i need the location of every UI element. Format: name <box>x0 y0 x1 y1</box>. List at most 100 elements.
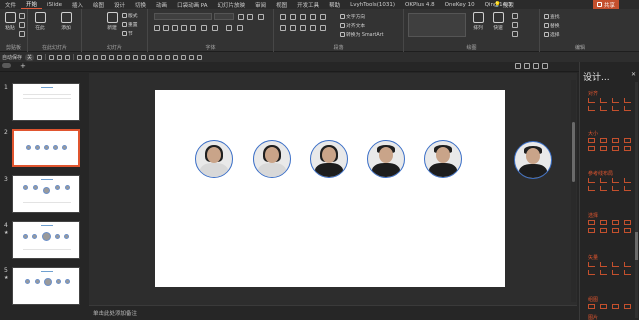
tool-icon[interactable] <box>588 98 595 103</box>
tool-icon[interactable] <box>588 228 595 233</box>
align-middle-qat-icon[interactable] <box>109 54 115 60</box>
tool-icon[interactable] <box>624 98 631 103</box>
align-left-qat-icon[interactable] <box>77 54 83 60</box>
paste-button[interactable]: 粘贴 <box>2 12 18 31</box>
tool-icon[interactable] <box>612 228 619 233</box>
shadow-icon[interactable] <box>190 25 196 31</box>
menu-item-5[interactable]: 设计 <box>109 1 130 9</box>
align-left-icon[interactable] <box>280 25 286 31</box>
shape-outline-icon[interactable] <box>512 22 518 28</box>
format-painter-icon[interactable] <box>19 31 25 37</box>
tool-icon[interactable] <box>612 270 619 275</box>
tool-icon[interactable] <box>612 106 619 111</box>
menu-item-13[interactable]: 帮助 <box>324 1 345 9</box>
tool-icon[interactable] <box>624 178 631 183</box>
select-button[interactable]: 选择 <box>544 31 560 38</box>
decrease-font-icon[interactable] <box>247 14 253 20</box>
align-right-icon[interactable] <box>300 25 306 31</box>
section-button[interactable]: 节 <box>122 30 133 37</box>
align-right-qat-icon[interactable] <box>93 54 99 60</box>
new-slide-button[interactable]: 新建 <box>104 12 120 31</box>
tool-icon[interactable] <box>600 178 607 183</box>
ungroup-icon[interactable] <box>149 54 155 60</box>
close-icon[interactable]: ✕ <box>631 71 636 78</box>
align-bottom-qat-icon[interactable] <box>117 54 123 60</box>
crop-icon[interactable] <box>173 54 179 60</box>
tool-icon[interactable] <box>624 270 631 275</box>
find-button[interactable]: 查找 <box>544 13 560 20</box>
add-tab-button[interactable]: + <box>20 62 26 70</box>
avatar-man-1[interactable] <box>367 140 405 178</box>
tool-icon[interactable] <box>624 220 631 225</box>
bring-forward-icon[interactable] <box>157 54 163 60</box>
tool-icon[interactable] <box>588 262 595 267</box>
slide-thumbnail-2[interactable] <box>12 129 80 167</box>
save-icon[interactable] <box>37 54 43 60</box>
customize-qat-icon[interactable] <box>197 54 203 60</box>
pin-icon[interactable] <box>524 63 530 69</box>
tool-icon[interactable] <box>600 146 607 151</box>
text-direction-button[interactable]: 文字方向 <box>340 13 365 20</box>
tool-icon[interactable] <box>612 262 619 267</box>
increase-indent-icon[interactable] <box>310 14 316 20</box>
menu-item-7[interactable]: 动画 <box>151 1 172 9</box>
tool-icon[interactable] <box>588 270 595 275</box>
menu-item-0[interactable]: 文件 <box>0 1 21 9</box>
align-top-qat-icon[interactable] <box>101 54 107 60</box>
font-size-select[interactable] <box>214 13 234 20</box>
new-slide-here-button[interactable]: 在此 <box>32 12 48 31</box>
undo-icon[interactable] <box>49 54 55 60</box>
send-backward-icon[interactable] <box>165 54 171 60</box>
align-center-icon[interactable] <box>290 25 296 31</box>
tool-icon[interactable] <box>588 138 595 143</box>
italic-icon[interactable] <box>163 25 169 31</box>
tool-icon[interactable] <box>600 228 607 233</box>
slide-thumbnail-3[interactable] <box>12 175 80 213</box>
decrease-indent-icon[interactable] <box>300 14 306 20</box>
avatar-man-3-offslide[interactable] <box>514 141 552 179</box>
tool-icon[interactable] <box>600 262 607 267</box>
tool-icon[interactable] <box>612 138 619 143</box>
menu-item-4[interactable]: 绘图 <box>88 1 109 9</box>
vertical-scrollbar[interactable] <box>571 80 576 302</box>
notes-pane[interactable]: 单击此处添加备注 <box>89 305 577 320</box>
slide-thumbnail-1[interactable] <box>12 83 80 121</box>
tool-icon[interactable] <box>588 220 595 225</box>
tool-icon[interactable] <box>612 220 619 225</box>
menu-item-1[interactable]: 开始 <box>21 0 43 9</box>
menu-item-8[interactable]: 口袋动画 PA <box>172 1 212 9</box>
menu-item-11[interactable]: 视图 <box>271 1 292 9</box>
font-family-select[interactable] <box>154 13 212 20</box>
distribute-h-icon[interactable] <box>125 54 131 60</box>
bullets-icon[interactable] <box>280 14 286 20</box>
menu-item-12[interactable]: 开发工具 <box>292 1 324 9</box>
tool-icon[interactable] <box>624 262 631 267</box>
shape-fill-icon[interactable] <box>512 13 518 19</box>
tool-icon[interactable] <box>612 178 619 183</box>
tool-icon[interactable] <box>600 138 607 143</box>
tell-me-search[interactable]: 💡 搜索 <box>494 0 514 9</box>
menu-item-6[interactable]: 切换 <box>130 1 151 9</box>
shapes-gallery[interactable] <box>408 13 466 37</box>
layout-button[interactable]: 版式 <box>122 12 138 19</box>
tool-icon[interactable] <box>600 270 607 275</box>
tool-icon[interactable] <box>600 220 607 225</box>
font-color-icon[interactable] <box>237 25 243 31</box>
tool-icon[interactable] <box>600 304 607 309</box>
avatar-woman-2[interactable] <box>253 140 291 178</box>
tool-icon[interactable] <box>612 304 619 309</box>
shape-effects-icon[interactable] <box>512 31 518 37</box>
group-icon[interactable] <box>141 54 147 60</box>
merge-shapes-icon[interactable] <box>181 54 187 60</box>
tool-icon[interactable] <box>624 186 631 191</box>
slide-thumbnail-4[interactable] <box>12 221 80 259</box>
share-button[interactable]: 共享 <box>592 0 619 9</box>
bold-icon[interactable] <box>154 25 160 31</box>
add-slide-button[interactable]: 添加 <box>58 12 74 31</box>
tool-icon[interactable] <box>612 186 619 191</box>
menu-item-15[interactable]: OKPlus 4.8 <box>400 2 440 8</box>
current-slide[interactable] <box>155 90 505 287</box>
panel-scrollbar[interactable] <box>635 82 638 318</box>
redo-icon[interactable] <box>57 54 63 60</box>
tool-icon[interactable] <box>624 106 631 111</box>
